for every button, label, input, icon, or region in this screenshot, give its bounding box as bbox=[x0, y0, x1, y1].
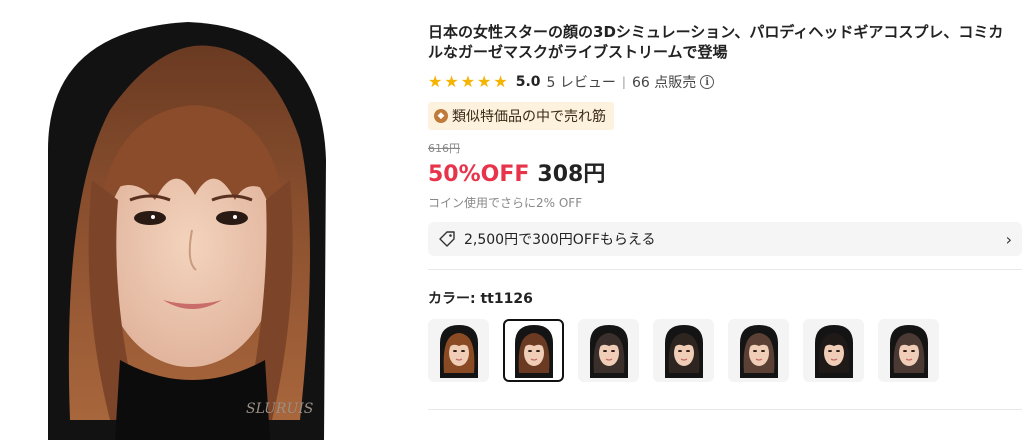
star-icon: ★ bbox=[460, 72, 476, 91]
swatch-thumbnail bbox=[664, 325, 703, 378]
color-swatch[interactable] bbox=[878, 319, 939, 382]
current-price: 308円 bbox=[537, 162, 606, 187]
discount-label: 50%OFF bbox=[428, 162, 530, 187]
star-icon: ★ bbox=[493, 72, 508, 91]
sold-count: 66 点販売 bbox=[631, 75, 697, 91]
color-swatch-list bbox=[428, 319, 1024, 383]
price-row: 50%OFF 308円 bbox=[428, 156, 1024, 190]
swatch-thumbnail bbox=[514, 325, 553, 378]
hood-mask-illustration: SLURUIS bbox=[48, 22, 326, 440]
color-swatch[interactable] bbox=[578, 319, 639, 382]
color-label-prefix: カラー: bbox=[428, 291, 481, 307]
star-icon: ★ bbox=[477, 72, 492, 91]
color-swatch[interactable] bbox=[653, 319, 714, 382]
coupon-text: 2,500円で300円OFFもらえる bbox=[464, 232, 656, 248]
star-rating: ★ ★ ★ ★ ★ bbox=[428, 74, 508, 90]
color-swatch[interactable] bbox=[503, 319, 564, 382]
separator: | bbox=[621, 75, 626, 89]
tag-icon bbox=[439, 231, 455, 247]
color-swatch[interactable] bbox=[428, 319, 489, 382]
star-icon: ★ bbox=[444, 72, 459, 91]
swatch-thumbnail bbox=[439, 325, 478, 378]
info-icon[interactable]: i bbox=[700, 75, 715, 89]
color-option-label: カラー: tt1126 bbox=[428, 288, 1024, 308]
fire-icon: ◆ bbox=[434, 109, 448, 123]
watermark-text: SLURUIS bbox=[246, 401, 313, 417]
original-price: 616円 bbox=[428, 142, 460, 155]
color-swatch[interactable] bbox=[728, 319, 789, 382]
product-details: 日本の女性スターの顔の3Dシミュレーション、パロディヘッドギアコスプレ、コミカル… bbox=[428, 22, 1024, 410]
swatch-thumbnail bbox=[739, 325, 778, 378]
product-main-image[interactable]: SLURUIS bbox=[0, 0, 410, 446]
chevron-right-icon: › bbox=[1005, 229, 1012, 249]
product-title: 日本の女性スターの顔の3Dシミュレーション、パロディヘッドギアコスプレ、コミカル… bbox=[428, 23, 1004, 61]
divider bbox=[428, 269, 1022, 270]
coin-discount-note: コイン使用でさらに2% OFF bbox=[428, 196, 583, 210]
bestseller-badge: ◆ 類似特価品の中で売れ筋 bbox=[428, 102, 614, 130]
rating-score: 5.0 bbox=[515, 74, 541, 90]
color-swatch[interactable] bbox=[803, 319, 864, 382]
divider bbox=[428, 409, 1022, 410]
swatch-thumbnail bbox=[889, 325, 928, 378]
star-icon: ★ bbox=[428, 72, 443, 91]
rating-row[interactable]: ★ ★ ★ ★ ★ 5.0 5 レビュー | 66 点販売 i bbox=[428, 71, 1024, 93]
review-count-link[interactable]: 5 レビュー bbox=[547, 72, 616, 92]
swatch-thumbnail bbox=[589, 325, 628, 378]
badge-label: 類似特価品の中で売れ筋 bbox=[452, 109, 606, 125]
swatch-thumbnail bbox=[814, 325, 853, 378]
selected-color-value: tt1126 bbox=[480, 291, 533, 307]
coupon-offer-button[interactable]: 2,500円で300円OFFもらえる › bbox=[428, 222, 1022, 256]
